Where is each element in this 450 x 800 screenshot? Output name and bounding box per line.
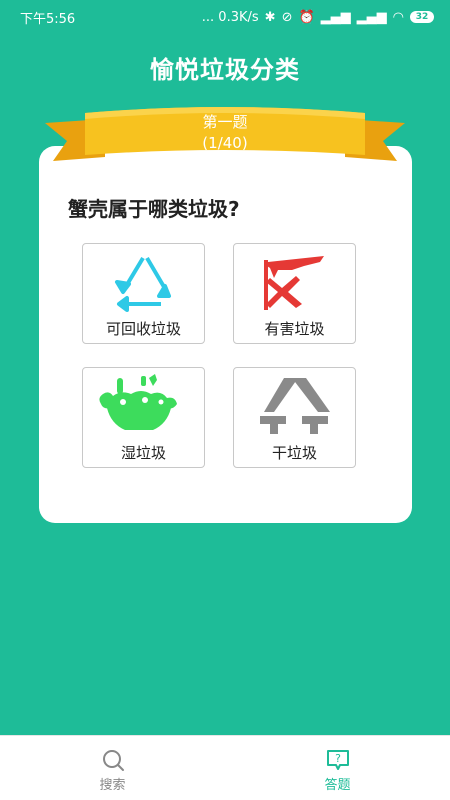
app-title: 愉悦垃圾分类 [150,56,300,84]
nav-quiz-label: 答题 [324,778,351,793]
nav-search-label: 搜索 [99,778,126,793]
quiz-icon: ? [327,750,349,770]
question-progress: (1/40) [202,134,248,152]
wifi-icon: ◠ [392,9,404,25]
alarm-icon: ⏰ [298,9,315,25]
battery-icon: 32 [410,11,434,23]
network-speed: ... 0.3K/s [201,9,259,25]
option-label: 可回收垃圾 [105,320,181,338]
question-text: 蟹壳属于哪类垃圾? [68,197,240,221]
recycle-icon [115,256,171,312]
hazardous-icon [264,256,324,310]
status-bar: 下午5:56 ... 0.3K/s ✱ ⊘ ⏰ ▂▄▆ ▂▄▆ ◠ 32 [0,0,450,34]
question-ribbon: 第一题 (1/40) [45,105,405,165]
option-dry-waste[interactable]: 干垃圾 [233,367,356,468]
search-icon [103,750,124,771]
bottom-nav: 搜索 ? 答题 [0,735,450,800]
option-wet-waste[interactable]: 湿垃圾 [82,367,205,468]
option-label: 有害垃圾 [264,320,325,338]
option-label: 湿垃圾 [120,444,166,462]
nav-quiz[interactable]: ? 答题 [225,736,450,800]
ribbon-title: 第一题 [202,113,248,131]
status-time: 下午5:56 [20,11,76,27]
bluetooth-icon: ✱ [264,9,276,25]
option-recyclable[interactable]: 可回收垃圾 [82,243,205,344]
wet-waste-icon [99,374,177,430]
svg-text:?: ? [335,752,341,765]
option-label: 干垃圾 [271,444,317,462]
signal-icon: ▂▄▆ [320,9,351,25]
option-hazardous[interactable]: 有害垃圾 [233,243,356,344]
mute-icon: ⊘ [281,9,293,25]
dry-waste-icon [260,378,330,434]
status-icons: ... 0.3K/s ✱ ⊘ ⏰ ▂▄▆ ▂▄▆ ◠ 32 [202,10,434,25]
nav-search[interactable]: 搜索 [0,736,225,800]
signal-icon-2: ▂▄▆ [356,9,387,25]
